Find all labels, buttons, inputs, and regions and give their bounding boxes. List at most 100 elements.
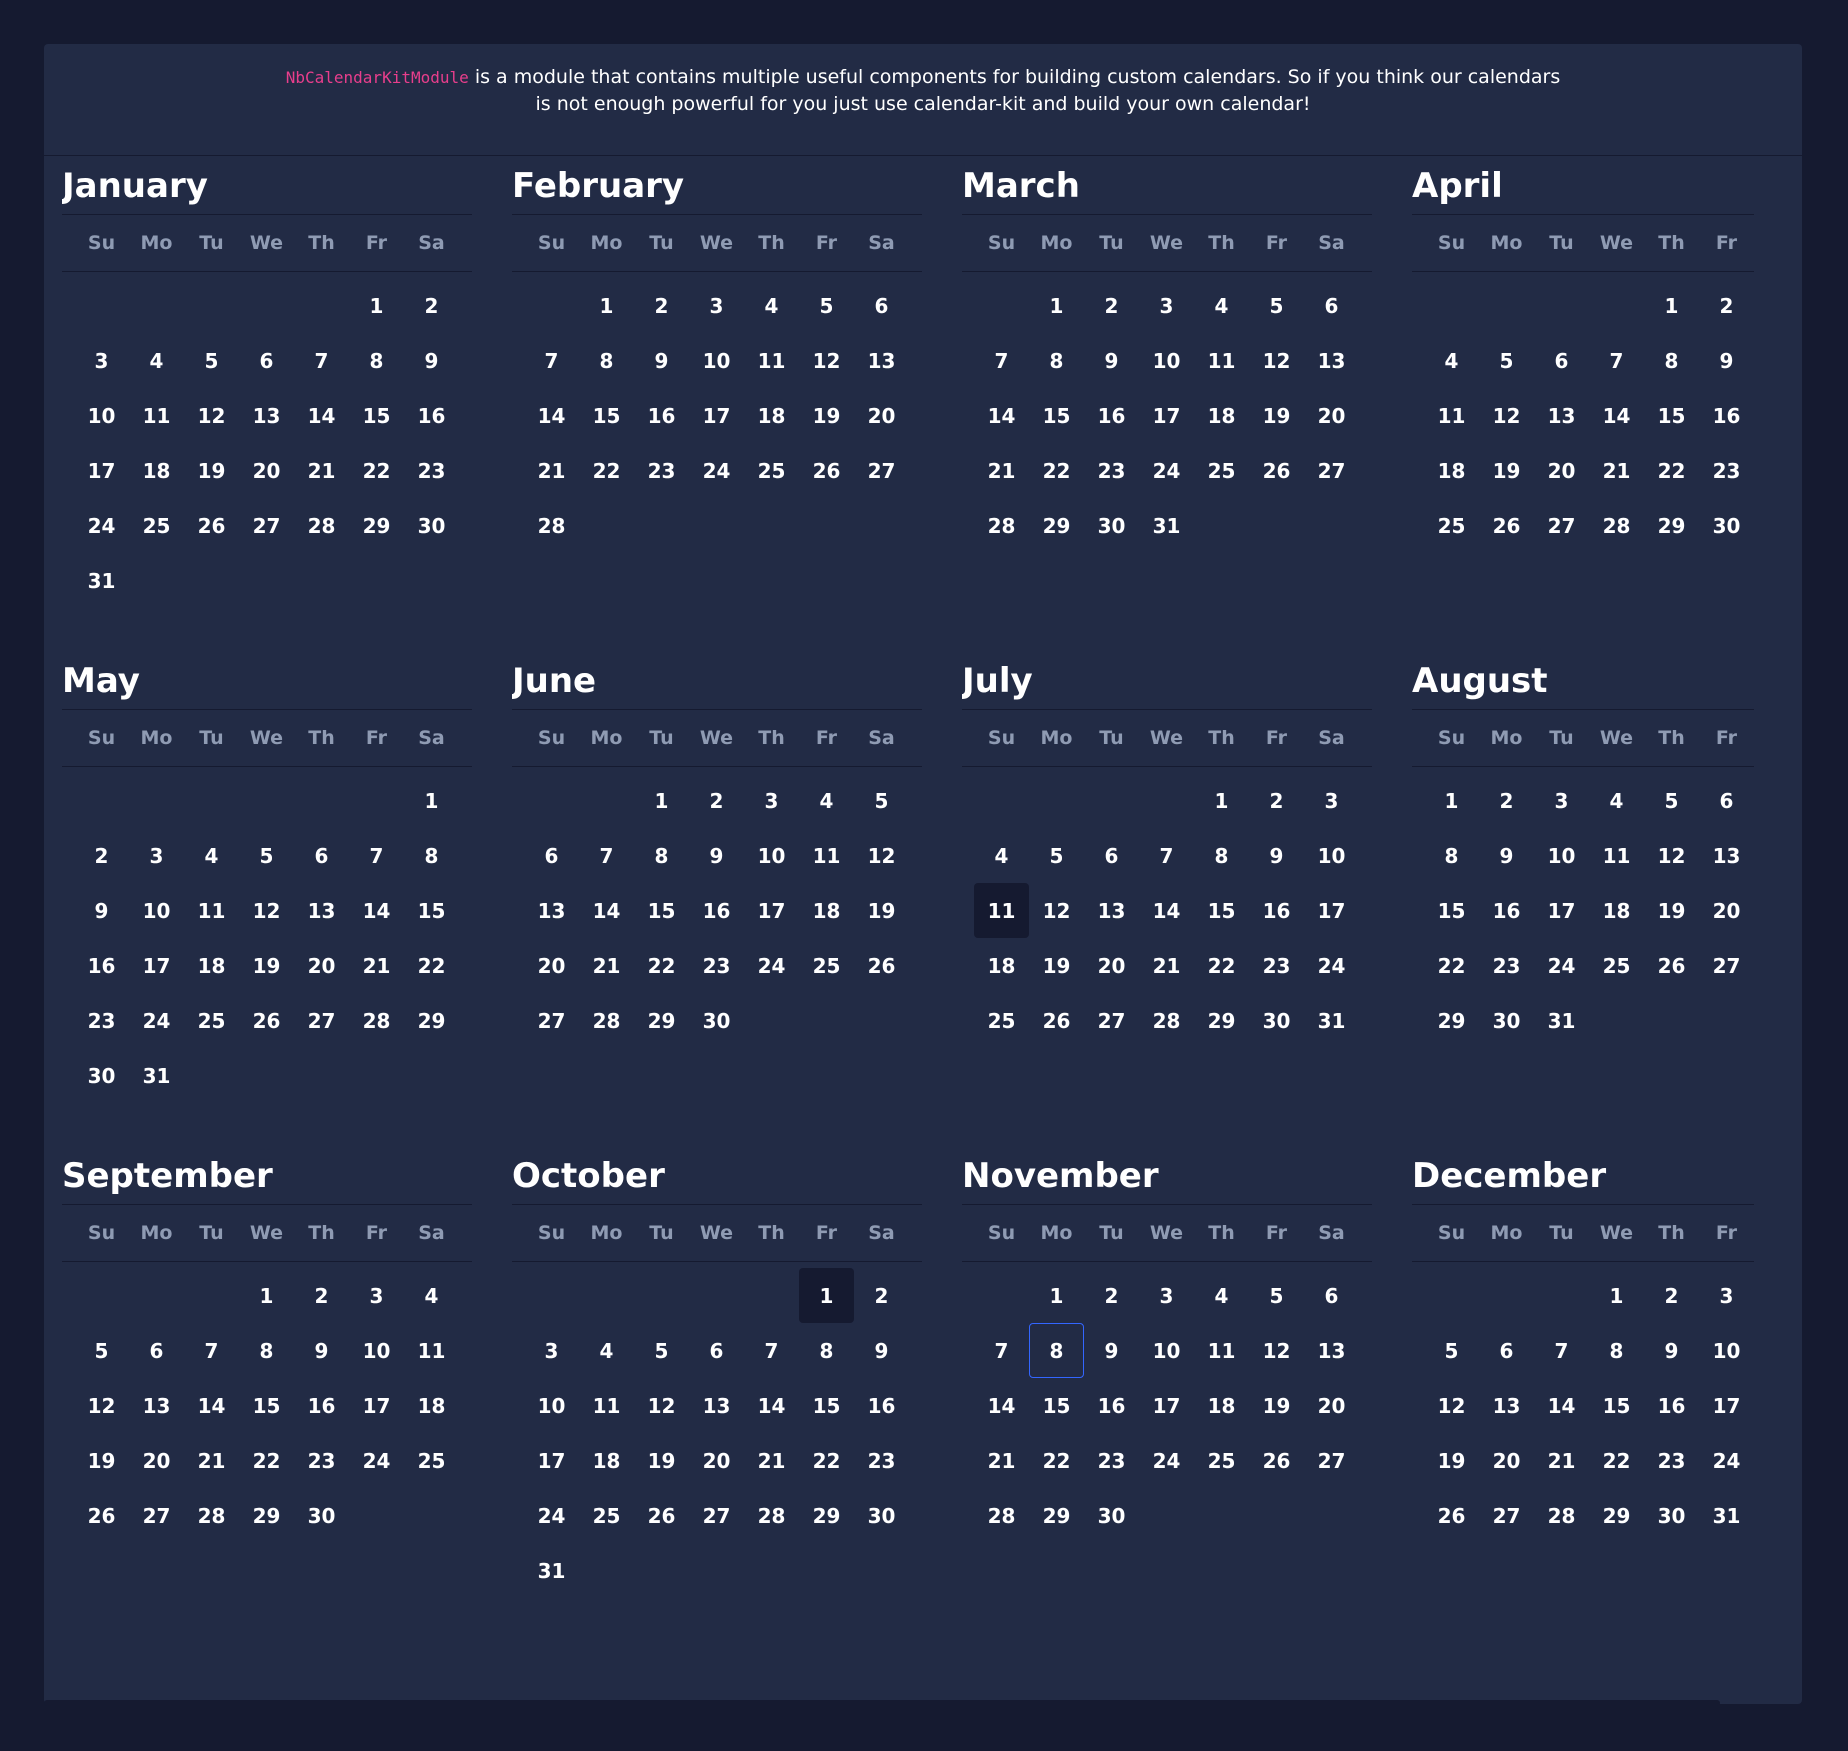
day-cell[interactable]: 18 xyxy=(1194,1378,1249,1433)
day-cell[interactable]: 30 xyxy=(1084,1488,1139,1543)
day-cell[interactable]: 17 xyxy=(1304,883,1359,938)
day-cell[interactable]: 19 xyxy=(239,938,294,993)
day-cell[interactable]: 21 xyxy=(294,443,349,498)
day-cell[interactable]: 17 xyxy=(524,1433,579,1488)
day-cell[interactable]: 3 xyxy=(349,1268,404,1323)
day-cell[interactable]: 2 xyxy=(689,773,744,828)
day-cell[interactable]: 2 xyxy=(1084,278,1139,333)
day-cell[interactable]: 3 xyxy=(1534,773,1589,828)
day-cell[interactable]: 30 xyxy=(1479,993,1534,1048)
day-cell[interactable]: 3 xyxy=(689,278,744,333)
day-cell[interactable]: 1 xyxy=(634,773,689,828)
day-cell[interactable]: 31 xyxy=(1699,1488,1754,1543)
day-cell[interactable]: 7 xyxy=(184,1323,239,1378)
day-cell[interactable]: 20 xyxy=(294,938,349,993)
day-cell[interactable]: 5 xyxy=(1249,278,1304,333)
day-cell[interactable]: 24 xyxy=(1534,938,1589,993)
day-cell[interactable]: 6 xyxy=(689,1323,744,1378)
day-cell[interactable]: 3 xyxy=(524,1323,579,1378)
day-cell[interactable]: 18 xyxy=(799,883,854,938)
day-cell[interactable]: 11 xyxy=(404,1323,459,1378)
horizontal-scrollbar[interactable] xyxy=(44,1700,1720,1706)
day-cell[interactable]: 9 xyxy=(1644,1323,1699,1378)
day-cell[interactable]: 13 xyxy=(1304,1323,1359,1378)
day-cell[interactable]: 25 xyxy=(1589,938,1644,993)
day-cell[interactable]: 13 xyxy=(1084,883,1139,938)
day-cell-selected[interactable]: 8 xyxy=(1029,1323,1084,1378)
day-cell[interactable]: 16 xyxy=(634,388,689,443)
day-cell[interactable]: 5 xyxy=(239,828,294,883)
day-cell[interactable]: 6 xyxy=(129,1323,184,1378)
day-cell[interactable]: 28 xyxy=(744,1488,799,1543)
day-cell[interactable]: 16 xyxy=(1084,388,1139,443)
day-cell[interactable]: 24 xyxy=(1304,938,1359,993)
day-cell[interactable]: 2 xyxy=(1084,1268,1139,1323)
day-cell[interactable]: 20 xyxy=(1534,443,1589,498)
day-cell[interactable]: 8 xyxy=(579,333,634,388)
day-cell[interactable]: 18 xyxy=(404,1378,459,1433)
day-cell[interactable]: 6 xyxy=(1304,278,1359,333)
day-cell[interactable]: 15 xyxy=(1029,1378,1084,1433)
day-cell[interactable]: 4 xyxy=(1194,278,1249,333)
day-cell[interactable]: 5 xyxy=(1424,1323,1479,1378)
day-cell[interactable]: 1 xyxy=(1029,1268,1084,1323)
day-cell[interactable]: 22 xyxy=(579,443,634,498)
day-cell[interactable]: 23 xyxy=(1084,443,1139,498)
day-cell[interactable]: 18 xyxy=(1589,883,1644,938)
day-cell[interactable]: 7 xyxy=(524,333,579,388)
day-cell[interactable]: 6 xyxy=(524,828,579,883)
day-cell[interactable]: 26 xyxy=(1424,1488,1479,1543)
day-cell[interactable]: 1 xyxy=(1194,773,1249,828)
day-cell[interactable]: 1 xyxy=(239,1268,294,1323)
day-cell[interactable]: 11 xyxy=(1424,388,1479,443)
day-cell[interactable]: 2 xyxy=(74,828,129,883)
day-cell[interactable]: 8 xyxy=(1644,333,1699,388)
day-cell[interactable]: 17 xyxy=(1534,883,1589,938)
day-cell[interactable]: 18 xyxy=(579,1433,634,1488)
day-cell[interactable]: 8 xyxy=(799,1323,854,1378)
day-cell[interactable]: 7 xyxy=(579,828,634,883)
day-cell[interactable]: 22 xyxy=(1644,443,1699,498)
day-cell[interactable]: 27 xyxy=(524,993,579,1048)
day-cell[interactable]: 27 xyxy=(1534,498,1589,553)
day-cell[interactable]: 29 xyxy=(799,1488,854,1543)
day-cell[interactable]: 10 xyxy=(349,1323,404,1378)
day-cell[interactable]: 26 xyxy=(1479,498,1534,553)
day-cell[interactable]: 2 xyxy=(1249,773,1304,828)
day-cell[interactable]: 1 xyxy=(1424,773,1479,828)
day-cell[interactable]: 9 xyxy=(689,828,744,883)
day-cell[interactable]: 22 xyxy=(799,1433,854,1488)
day-cell[interactable]: 4 xyxy=(744,278,799,333)
day-cell[interactable]: 30 xyxy=(1699,498,1754,553)
day-cell[interactable]: 26 xyxy=(634,1488,689,1543)
day-cell[interactable]: 5 xyxy=(1479,333,1534,388)
day-cell[interactable]: 5 xyxy=(799,278,854,333)
day-cell[interactable]: 21 xyxy=(1589,443,1644,498)
day-cell[interactable]: 13 xyxy=(1534,388,1589,443)
day-cell[interactable]: 15 xyxy=(634,883,689,938)
day-cell-today[interactable]: 1 xyxy=(799,1268,854,1323)
day-cell[interactable]: 21 xyxy=(974,443,1029,498)
day-cell[interactable]: 7 xyxy=(974,1323,1029,1378)
day-cell[interactable]: 6 xyxy=(1534,333,1589,388)
day-cell[interactable]: 23 xyxy=(1084,1433,1139,1488)
day-cell[interactable]: 17 xyxy=(1139,388,1194,443)
day-cell[interactable]: 22 xyxy=(1424,938,1479,993)
day-cell[interactable]: 7 xyxy=(974,333,1029,388)
day-cell[interactable]: 21 xyxy=(744,1433,799,1488)
day-cell[interactable]: 19 xyxy=(799,388,854,443)
day-cell[interactable]: 31 xyxy=(129,1048,184,1103)
day-cell[interactable]: 9 xyxy=(404,333,459,388)
day-cell[interactable]: 2 xyxy=(634,278,689,333)
day-cell[interactable]: 19 xyxy=(1029,938,1084,993)
day-cell[interactable]: 18 xyxy=(1194,388,1249,443)
day-cell[interactable]: 27 xyxy=(129,1488,184,1543)
day-cell[interactable]: 8 xyxy=(1589,1323,1644,1378)
day-cell[interactable]: 23 xyxy=(689,938,744,993)
day-cell[interactable]: 18 xyxy=(184,938,239,993)
day-cell[interactable]: 25 xyxy=(184,993,239,1048)
day-cell[interactable]: 31 xyxy=(74,553,129,608)
day-cell[interactable]: 7 xyxy=(349,828,404,883)
day-cell[interactable]: 13 xyxy=(689,1378,744,1433)
day-cell[interactable]: 12 xyxy=(854,828,909,883)
